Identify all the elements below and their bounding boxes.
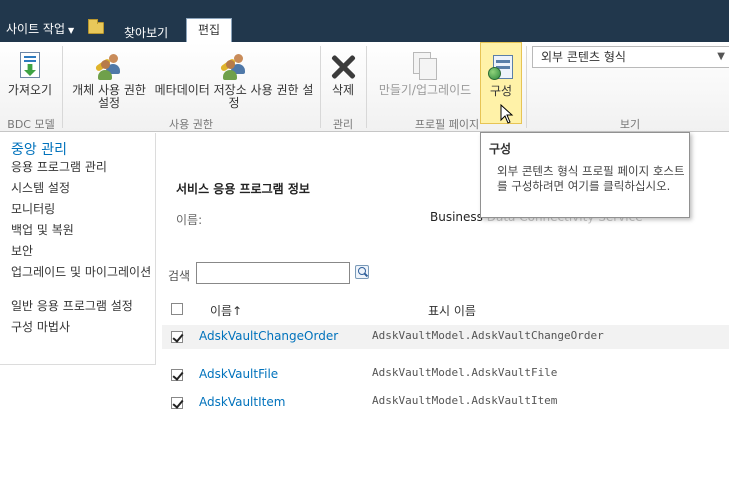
nav-item-security[interactable]: 보안 [11, 245, 153, 258]
create-upgrade-button[interactable]: 만들기/업그레이드 [374, 42, 476, 97]
row-checkbox[interactable] [171, 397, 183, 409]
section-title: 서비스 응용 프로그램 정보 [176, 182, 310, 196]
nav-item-application-management[interactable]: 응용 프로그램 관리 [11, 161, 153, 174]
tab-browse[interactable]: 찾아보기 [124, 24, 168, 41]
group-label-permissions: 사용 권한 [169, 118, 213, 131]
name-value-text: Business [430, 210, 483, 224]
nav-item-configuration-wizards[interactable]: 구성 마법사 [11, 321, 153, 334]
import-label: 가져오기 [7, 83, 53, 97]
metadata-store-permissions-label: 메타데이터 저장소 사용 권한 설정 [154, 83, 314, 110]
ribbon-divider [526, 46, 527, 128]
object-permissions-label: 개체 사용 권한 설정 [72, 83, 146, 110]
nav-item-backup-restore[interactable]: 백업 및 복원 [11, 224, 153, 237]
nav-heading-central-admin[interactable]: 중앙 관리 [11, 139, 67, 159]
mouse-pointer-icon [500, 104, 514, 124]
entity-display-name: AdskVaultModel.AdskVaultFile [372, 366, 558, 379]
entity-name-link[interactable]: AdskVaultChangeOrder [199, 329, 338, 343]
set-permissions-icon [218, 50, 250, 82]
select-all-checkbox[interactable] [171, 303, 183, 315]
site-actions-menu[interactable]: 사이트 작업 ▼ [6, 20, 74, 37]
delete-x-icon [327, 50, 359, 82]
object-permissions-button[interactable]: 개체 사용 권한 설정 [66, 42, 152, 110]
search-icon[interactable] [355, 265, 369, 279]
left-navigation: 중앙 관리 응용 프로그램 관리 시스템 설정 모니터링 백업 및 복원 보안 … [0, 133, 156, 365]
ribbon-divider [62, 46, 63, 128]
tooltip-title: 구성 [489, 142, 512, 156]
name-label: 이름: [176, 213, 203, 227]
nav-item-system-settings[interactable]: 시스템 설정 [11, 182, 153, 195]
nav-item-general-app-settings[interactable]: 일반 응용 프로그램 설정 [11, 300, 153, 313]
view-select-value: 외부 콘텐츠 형식 [541, 50, 626, 64]
row-checkbox[interactable] [171, 331, 183, 343]
entity-display-name: AdskVaultModel.AdskVaultItem [372, 394, 558, 407]
entity-name-link[interactable]: AdskVaultFile [199, 367, 278, 381]
group-label-view: 보기 [619, 118, 641, 131]
row-checkbox[interactable] [171, 369, 183, 381]
tooltip-body: 외부 콘텐츠 형식 프로필 페이지 호스트를 구성하려면 여기를 클릭하십시오. [497, 164, 685, 193]
configure-tooltip: 구성 외부 콘텐츠 형식 프로필 페이지 호스트를 구성하려면 여기를 클릭하십… [480, 132, 690, 218]
ribbon-divider [320, 46, 321, 128]
nav-item-monitoring[interactable]: 모니터링 [11, 203, 153, 216]
configure-label: 구성 [489, 84, 513, 98]
top-bar: 사이트 작업 ▼ 찾아보기 편집 [0, 0, 729, 42]
import-button[interactable]: 가져오기 [4, 42, 56, 97]
import-icon [14, 50, 46, 82]
ribbon-divider [366, 46, 367, 128]
entity-display-name: AdskVaultModel.AdskVaultChangeOrder [372, 329, 604, 342]
chevron-down-icon: ▼ [68, 26, 75, 35]
folder-icon[interactable] [88, 19, 104, 34]
create-upgrade-label: 만들기/업그레이드 [378, 83, 472, 97]
site-actions-label: 사이트 작업 [6, 22, 66, 36]
group-label-bdc-models: BDC 모델 [7, 118, 55, 131]
delete-label: 삭제 [331, 83, 355, 97]
ribbon: 가져오기 BDC 모델 개체 사용 권한 설정 메타데이터 저장소 사용 권한 … [0, 42, 729, 132]
nav-item-upgrade-migration[interactable]: 업그레이드 및 마이그레이션 [11, 266, 153, 279]
column-header-display-name[interactable]: 표시 이름 [428, 302, 476, 319]
chevron-down-icon: ▼ [717, 51, 725, 62]
search-label: 검색 [168, 269, 191, 283]
group-label-manage: 관리 [332, 118, 354, 131]
metadata-store-permissions-button[interactable]: 메타데이터 저장소 사용 권한 설정 [154, 42, 314, 110]
view-select[interactable]: 외부 콘텐츠 형식 ▼ [532, 46, 729, 68]
tab-edit[interactable]: 편집 [186, 18, 232, 42]
column-header-name[interactable]: 이름↑ [210, 302, 242, 319]
configure-icon [485, 51, 517, 83]
set-permissions-icon [93, 50, 125, 82]
create-upgrade-icon [409, 50, 441, 82]
delete-button[interactable]: 삭제 [324, 42, 362, 97]
entity-name-link[interactable]: AdskVaultItem [199, 395, 285, 409]
search-input[interactable] [196, 262, 350, 284]
